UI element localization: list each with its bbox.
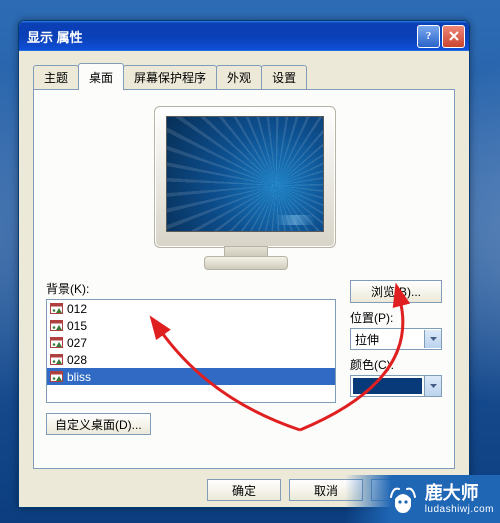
background-listbox[interactable]: 012 015 027 028 bliss bbox=[46, 299, 336, 403]
list-item-label: 015 bbox=[67, 319, 332, 333]
image-file-icon bbox=[50, 353, 63, 366]
position-select[interactable]: 拉伸 bbox=[350, 328, 442, 350]
background-label: 背景(K): bbox=[46, 280, 336, 297]
position-label: 位置(P): bbox=[350, 309, 442, 326]
help-button[interactable]: ? bbox=[417, 25, 440, 48]
ok-button[interactable]: 确定 bbox=[207, 479, 281, 501]
list-item[interactable]: 012 bbox=[47, 300, 335, 317]
image-file-icon bbox=[50, 319, 63, 332]
tab-panel-desktop: 背景(K): 012 015 027 028 bliss 自定义桌面(D)... 浏览(… bbox=[33, 89, 455, 469]
chevron-down-icon bbox=[424, 330, 441, 348]
list-item[interactable]: 028 bbox=[47, 351, 335, 368]
image-file-icon bbox=[50, 370, 63, 383]
browse-button[interactable]: 浏览(B)... bbox=[350, 280, 442, 303]
position-value: 拉伸 bbox=[355, 331, 424, 348]
tab-settings[interactable]: 设置 bbox=[261, 65, 307, 89]
list-item-label: 027 bbox=[67, 336, 332, 350]
list-item-label: 028 bbox=[67, 353, 332, 367]
desktop-preview-monitor bbox=[144, 102, 344, 272]
close-button[interactable] bbox=[442, 25, 465, 48]
tab-screensaver[interactable]: 屏幕保护程序 bbox=[123, 65, 217, 89]
tab-strip: 主题 桌面 屏幕保护程序 外观 设置 bbox=[33, 63, 455, 89]
watermark: 鹿大师 ludashiwj.com bbox=[345, 475, 500, 523]
chevron-down-icon bbox=[424, 376, 441, 396]
window-title: 显示 属性 bbox=[27, 27, 417, 46]
tab-desktop[interactable]: 桌面 bbox=[78, 63, 124, 90]
color-swatch bbox=[352, 377, 423, 395]
customize-desktop-button[interactable]: 自定义桌面(D)... bbox=[46, 413, 151, 435]
watermark-url: ludashiwj.com bbox=[425, 504, 494, 515]
title-bar[interactable]: 显示 属性 ? bbox=[19, 21, 469, 51]
display-properties-window: 显示 属性 ? 主题 桌面 屏幕保护程序 外观 设置 bbox=[18, 20, 470, 508]
deer-logo-icon bbox=[385, 481, 421, 517]
list-item[interactable]: 027 bbox=[47, 334, 335, 351]
list-item-label: bliss bbox=[67, 370, 332, 384]
client-area: 主题 桌面 屏幕保护程序 外观 设置 背景(K): 012 015 027 028 bl… bbox=[19, 51, 469, 511]
list-item[interactable]: bliss bbox=[47, 368, 335, 385]
tab-appearance[interactable]: 外观 bbox=[216, 65, 262, 89]
list-item-label: 012 bbox=[67, 302, 332, 316]
preview-screen bbox=[166, 116, 324, 232]
tab-themes[interactable]: 主题 bbox=[33, 65, 79, 89]
image-file-icon bbox=[50, 302, 63, 315]
color-label: 颜色(C): bbox=[350, 356, 442, 373]
list-item[interactable]: 015 bbox=[47, 317, 335, 334]
color-picker[interactable] bbox=[350, 375, 442, 397]
image-file-icon bbox=[50, 336, 63, 349]
watermark-name: 鹿大师 bbox=[425, 483, 479, 503]
